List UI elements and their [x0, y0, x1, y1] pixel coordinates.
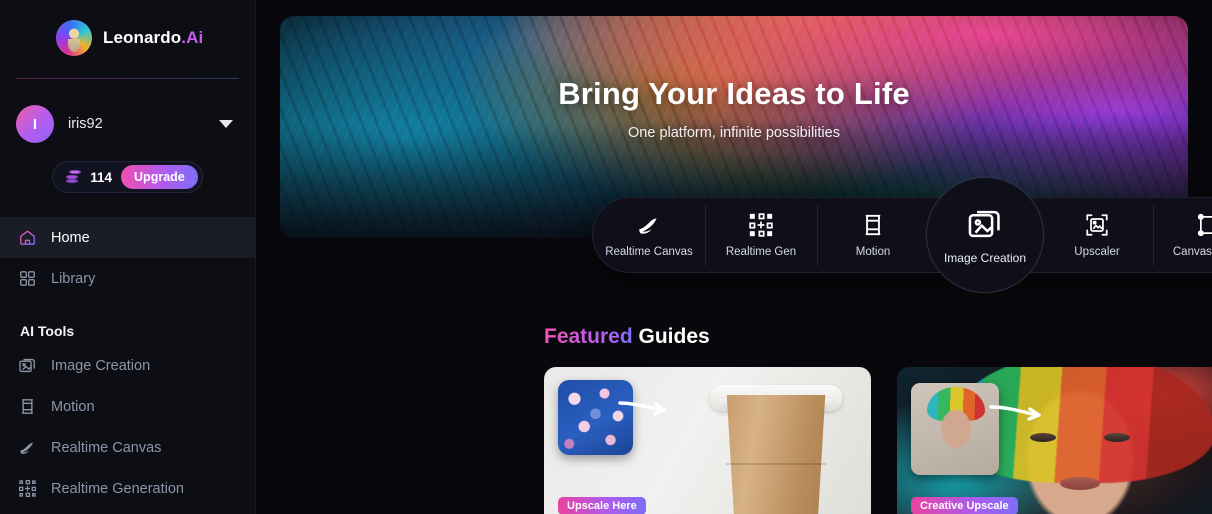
- tool-label: Canvas Editor: [1172, 246, 1212, 258]
- image-stack-icon: [19, 358, 35, 373]
- coin-stack-icon: [66, 170, 82, 184]
- brand-name-accent: .Ai: [181, 28, 204, 47]
- section-title-rest: Guides: [632, 325, 710, 348]
- guides-carousel: Upscale Here Creative Upscale: [544, 367, 1212, 514]
- sidebar-item-realtime-generation[interactable]: Realtime Generation: [0, 468, 255, 509]
- leonardo-avatar-logo-icon: [56, 20, 92, 56]
- dots-square-icon: [18, 479, 37, 498]
- tool-label: Motion: [855, 246, 891, 258]
- film-strip-icon: [22, 399, 33, 414]
- sidebar-item-label: Library: [51, 270, 96, 287]
- hero-subtitle: One platform, infinite possibilities: [628, 125, 840, 141]
- transform-arrow-icon: [989, 405, 1041, 421]
- brush-stroke-icon: [639, 218, 657, 234]
- sidebar-item-motion[interactable]: Motion: [0, 386, 255, 427]
- credits-pill[interactable]: 114 Upgrade: [52, 161, 203, 193]
- tool-upscaler[interactable]: Upscaler: [1041, 198, 1153, 272]
- portrait-lips: [1060, 477, 1100, 490]
- tool-label: Realtime Gen: [725, 246, 797, 258]
- guide-card[interactable]: Upscale Here: [544, 367, 871, 514]
- main-content: Bring Your Ideas to Life One platform, i…: [256, 0, 1212, 514]
- sidebar-item-realtime-canvas[interactable]: Realtime Canvas: [0, 427, 255, 468]
- guide-card[interactable]: Creative Upscale: [897, 367, 1212, 514]
- sidebar-nav: Home Library AI Tools Image Creation Mot…: [0, 217, 255, 514]
- dots-square-icon: [749, 213, 773, 237]
- tool-realtime-canvas[interactable]: Realtime Canvas: [593, 198, 705, 272]
- tool-quick-launch-bar: Realtime Canvas Realtime Gen Motion Imag…: [592, 177, 1212, 293]
- chevron-down-icon[interactable]: [219, 120, 233, 128]
- leonardo-ai-home-page: Leonardo.Ai I iris92 114 Upgrade Home Li…: [0, 0, 1212, 514]
- tool-label: Upscaler: [1074, 246, 1120, 258]
- tool-canvas-editor[interactable]: Canvas Editor: [1153, 198, 1212, 272]
- tool-image-creation[interactable]: Image Creation: [926, 177, 1044, 293]
- status-badge: Creative Upscale: [911, 497, 1018, 514]
- image-stack-icon: [968, 210, 1000, 238]
- sidebar-item-label: Realtime Generation: [51, 480, 184, 497]
- coffee-cup: [726, 395, 826, 514]
- cup-seam: [726, 463, 826, 465]
- nav-group-title-ai-tools: AI Tools: [20, 323, 75, 339]
- avatar: I: [16, 105, 54, 143]
- tool-motion[interactable]: Motion: [817, 198, 929, 272]
- transform-frame-icon: [1197, 213, 1212, 237]
- film-strip-icon: [865, 214, 881, 236]
- home-icon: [20, 230, 35, 245]
- tool-label: Realtime Canvas: [605, 246, 693, 258]
- status-badge: Upscale Here: [558, 497, 646, 514]
- sidebar-item-label: Motion: [51, 398, 95, 415]
- sidebar-item-label: Home: [51, 229, 90, 246]
- sidebar-item-canvas-editor[interactable]: Canvas Editor: [0, 509, 255, 514]
- credits-row: 114 Upgrade: [0, 161, 255, 193]
- sidebar-item-label: Realtime Canvas: [51, 439, 162, 456]
- tool-label: Image Creation: [943, 251, 1027, 265]
- portrait-eyes: [1028, 433, 1132, 442]
- transform-arrow-icon: [618, 401, 666, 416]
- section-title-accent: Featured: [544, 325, 633, 348]
- sidebar-item-home[interactable]: Home: [0, 217, 255, 258]
- source-thumbnail: [911, 383, 999, 475]
- user-profile-row[interactable]: I iris92: [0, 101, 255, 147]
- sidebar-item-library[interactable]: Library: [0, 258, 255, 299]
- sidebar: Leonardo.Ai I iris92 114 Upgrade Home Li…: [0, 0, 256, 514]
- username-label: iris92: [68, 116, 103, 132]
- credit-amount: 114: [90, 169, 113, 185]
- brand-name: Leonardo.Ai: [103, 28, 203, 48]
- tool-realtime-gen[interactable]: Realtime Gen: [705, 198, 817, 272]
- sidebar-divider: [16, 78, 239, 79]
- grid-icon: [20, 271, 35, 286]
- upscale-frame-icon: [1086, 214, 1108, 236]
- sidebar-item-label: Image Creation: [51, 357, 151, 374]
- sidebar-item-image-creation[interactable]: Image Creation: [0, 345, 255, 386]
- upgrade-button[interactable]: Upgrade: [121, 165, 198, 189]
- page-title: Featured Guides: [544, 325, 710, 349]
- brand-name-main: Leonardo: [103, 28, 182, 47]
- brand-logo-row[interactable]: Leonardo.Ai: [0, 0, 255, 58]
- brush-stroke-icon: [20, 442, 34, 454]
- hero-title: Bring Your Ideas to Life: [558, 76, 910, 111]
